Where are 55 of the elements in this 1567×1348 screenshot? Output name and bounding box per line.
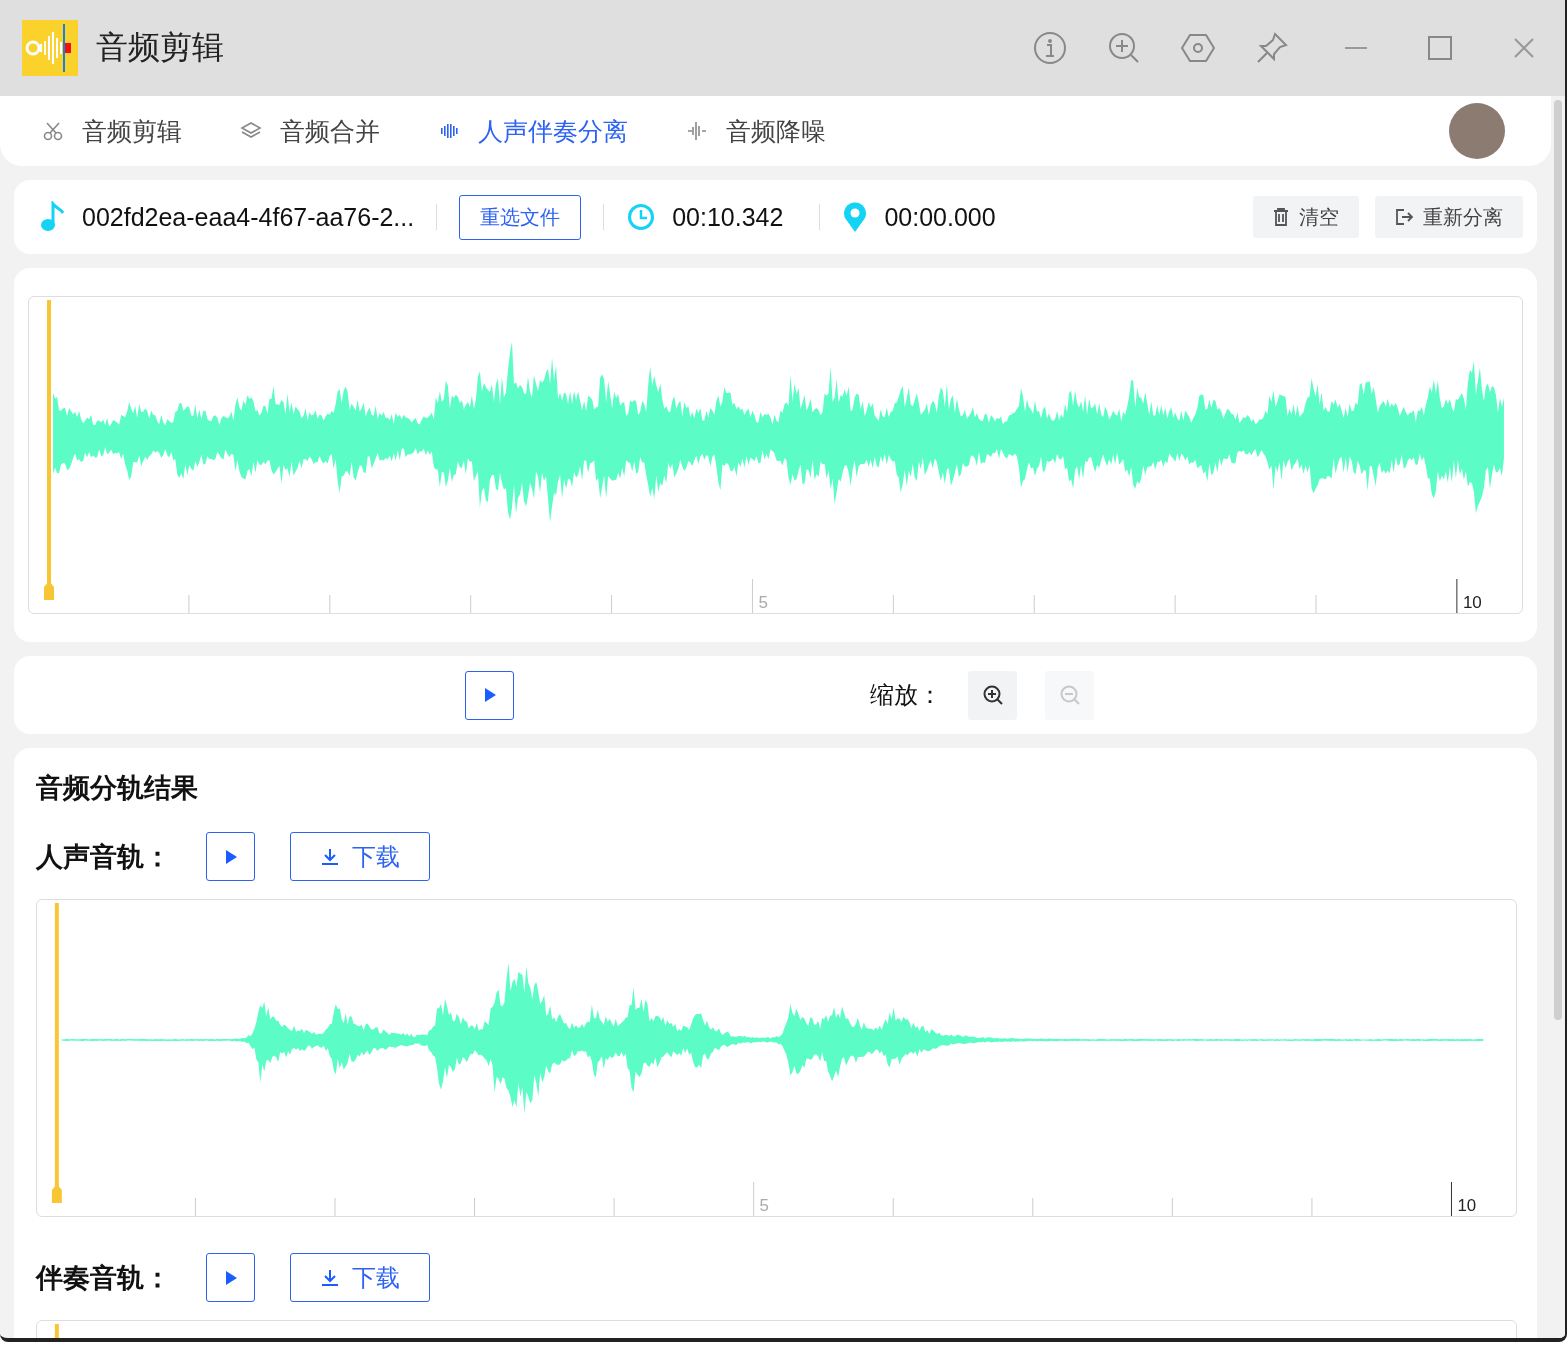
soundwave-icon	[686, 120, 708, 142]
track-label: 伴奏音轨：	[36, 1261, 172, 1295]
tab[interactable]: 音频合并	[240, 114, 380, 148]
zoom-out-icon	[1058, 684, 1081, 706]
zoom-in-icon	[981, 684, 1004, 706]
window-title: 音频剪辑	[96, 28, 224, 67]
tab[interactable]: 人声伴奏分离	[438, 114, 628, 148]
zoom-label: 缩放：	[870, 680, 942, 710]
play-button[interactable]	[206, 832, 255, 881]
position-text: 00:00.000	[884, 202, 996, 232]
avatar-placeholder[interactable]	[1449, 103, 1505, 159]
info-icon	[1033, 31, 1067, 65]
maximize-icon	[1428, 36, 1452, 60]
play-icon	[223, 848, 238, 865]
ruler-label: 5	[758, 593, 768, 612]
track-label: 人声音轨：	[36, 840, 172, 874]
tab[interactable]: 音频剪辑	[42, 114, 182, 148]
settings-icon	[1181, 31, 1215, 65]
close-icon	[1514, 38, 1534, 58]
play-button[interactable]	[206, 1253, 255, 1302]
location-pin-icon	[842, 201, 869, 233]
download-icon	[320, 846, 340, 867]
scrollbar-thumb[interactable]	[1554, 100, 1562, 1020]
tab[interactable]: 音频降噪	[686, 114, 826, 148]
music-note-icon	[40, 201, 66, 233]
info-button[interactable]	[1033, 31, 1067, 65]
zoom-in-button[interactable]	[968, 670, 1017, 720]
results-title: 音频分轨结果	[36, 772, 199, 805]
download-icon	[320, 1267, 340, 1288]
reselect-file-button[interactable]: 重选文件	[459, 194, 582, 240]
pin-button[interactable]	[1255, 31, 1289, 65]
ruler-label: 10	[1457, 1195, 1477, 1215]
clear-button[interactable]: 清空	[1253, 196, 1359, 238]
playhead-handle[interactable]	[54, 1324, 59, 1338]
play-icon	[223, 1269, 238, 1286]
play-icon	[482, 687, 497, 703]
exit-icon	[1395, 208, 1413, 226]
download-button[interactable]: 下载	[290, 832, 430, 881]
app-logo-icon	[22, 20, 78, 76]
minimize-icon	[1345, 47, 1367, 49]
playhead-handle[interactable]	[44, 300, 55, 600]
play-button[interactable]	[465, 670, 514, 720]
settings-button[interactable]	[1181, 31, 1215, 65]
reseparate-button[interactable]: 重新分离	[1375, 196, 1523, 238]
clock-icon	[626, 202, 657, 232]
ruler-label: 10	[1462, 593, 1482, 612]
scissors-icon	[42, 120, 64, 142]
playhead-handle[interactable]	[51, 903, 62, 1203]
ruler-label: 5	[759, 1195, 769, 1215]
zoom-in-icon	[1107, 31, 1141, 65]
download-button[interactable]: 下载	[290, 1253, 430, 1302]
file-name: 002fd2ea-eaa4-4f67-aa76-2...	[82, 202, 415, 232]
trash-icon	[1273, 208, 1289, 226]
pin-icon	[1255, 31, 1289, 65]
duration-text: 00:10.342	[672, 202, 784, 232]
